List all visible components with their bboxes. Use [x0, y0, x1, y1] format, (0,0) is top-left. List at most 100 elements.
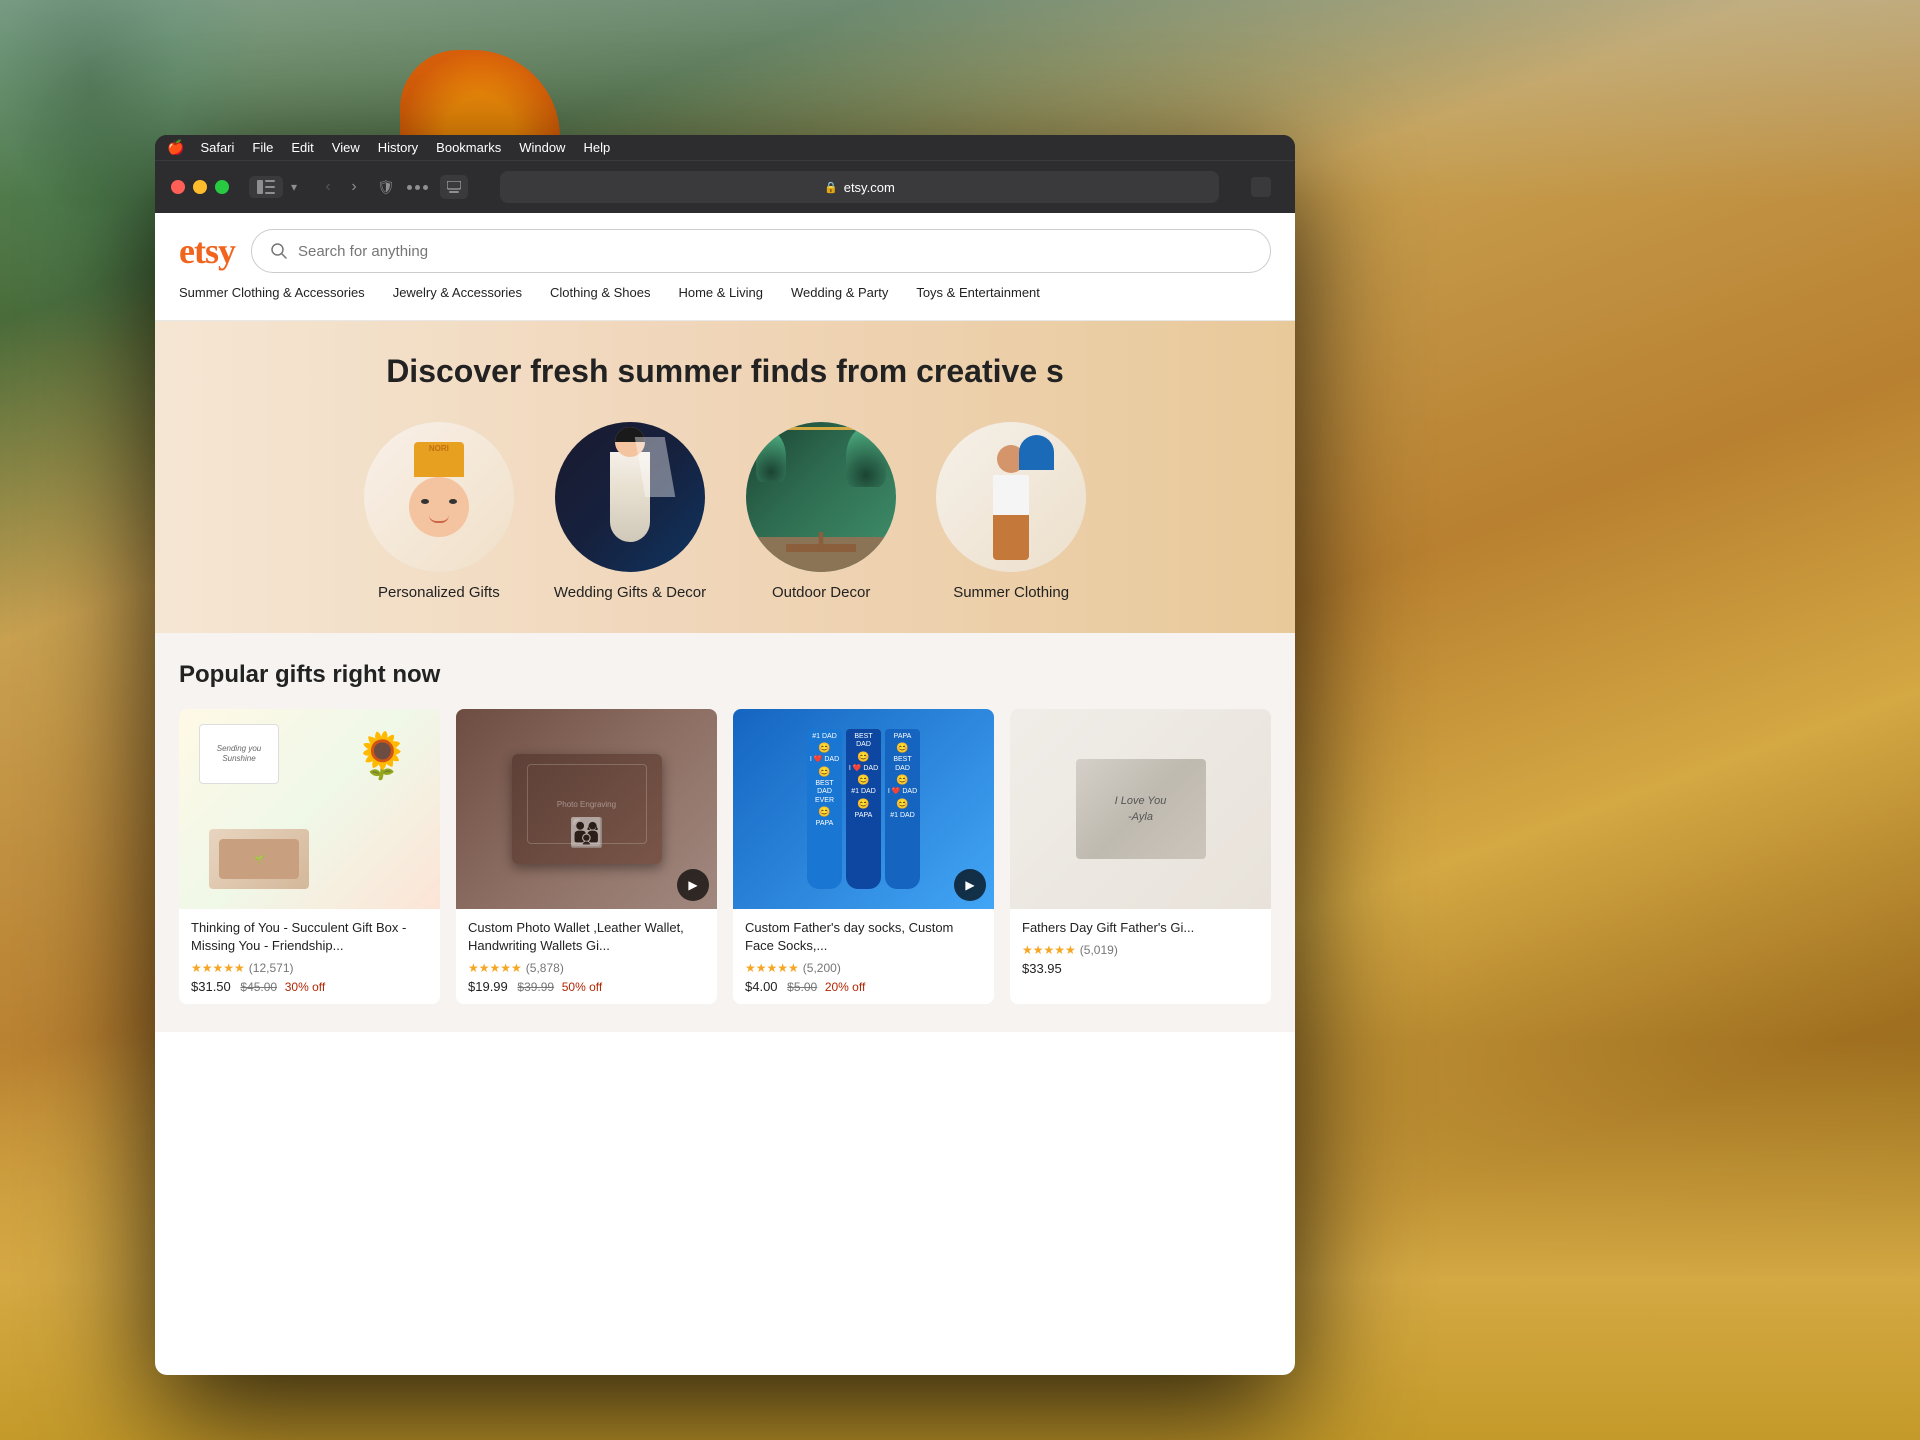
- nav-toys[interactable]: Toys & Entertainment: [916, 285, 1040, 310]
- popular-gifts-title: Popular gifts right now: [179, 661, 1271, 689]
- back-button[interactable]: ‹: [317, 176, 339, 198]
- product-info-4: Fathers Day Gift Father's Gi... ★★★★★ (5…: [1010, 909, 1271, 986]
- fullscreen-button[interactable]: [215, 180, 229, 194]
- product-image-1: 🌻 Sending you Sunshine 🌱: [179, 709, 440, 909]
- menu-bookmarks[interactable]: Bookmarks: [428, 138, 509, 157]
- search-bar[interactable]: Search for anything: [251, 229, 1271, 273]
- apple-logo-icon: 🍎: [167, 139, 184, 156]
- price-current-4: $33.95: [1022, 961, 1062, 976]
- category-circle-summer: [936, 422, 1086, 572]
- category-label-outdoor: Outdoor Decor: [772, 584, 870, 601]
- popular-gifts-section: Popular gifts right now 🌻 Sending you Su…: [155, 633, 1295, 1032]
- category-circles: NORI Personalized Gifts: [179, 414, 1271, 609]
- address-bar[interactable]: 🔒 etsy.com: [500, 171, 1219, 203]
- nav-jewelry[interactable]: Jewelry & Accessories: [393, 285, 522, 310]
- menu-safari[interactable]: Safari: [192, 138, 242, 157]
- browser-content: etsy Search for anything Summer Clothing…: [155, 213, 1295, 1375]
- product-info-1: Thinking of You - Succulent Gift Box - M…: [179, 909, 440, 1004]
- category-label-wedding: Wedding Gifts & Decor: [554, 584, 706, 601]
- nav-wedding-party[interactable]: Wedding & Party: [791, 285, 888, 310]
- product-stars-4: ★★★★★ (5,019): [1022, 943, 1259, 957]
- extensions-button[interactable]: [1251, 177, 1271, 197]
- hero-banner: Discover fresh summer finds from creativ…: [155, 321, 1295, 633]
- product-title-2: Custom Photo Wallet ,Leather Wallet, Han…: [468, 919, 705, 955]
- category-circle-outdoor: [746, 422, 896, 572]
- navigation-arrows: ‹ ›: [317, 176, 365, 198]
- category-circle-wedding: [555, 422, 705, 572]
- price-original-3: $5.00: [787, 980, 817, 994]
- close-button[interactable]: [171, 180, 185, 194]
- nav-clothing-shoes[interactable]: Clothing & Shoes: [550, 285, 650, 310]
- menu-help[interactable]: Help: [575, 138, 618, 157]
- star-rating-4: ★★★★★: [1022, 943, 1076, 957]
- nav-home-living[interactable]: Home & Living: [678, 285, 763, 310]
- menu-history[interactable]: History: [370, 138, 426, 157]
- menu-window[interactable]: Window: [511, 138, 573, 157]
- price-current-2: $19.99: [468, 979, 508, 994]
- play-button-3[interactable]: ▶: [954, 869, 986, 901]
- products-grid: 🌻 Sending you Sunshine 🌱 Thinking of You…: [179, 709, 1271, 1004]
- price-current-3: $4.00: [745, 979, 778, 994]
- star-rating-3: ★★★★★: [745, 961, 799, 975]
- category-wedding[interactable]: Wedding Gifts & Decor: [554, 422, 706, 601]
- browser-toolbar: ▾ ‹ › 🛡 🔒 etsy.com: [155, 161, 1295, 213]
- price-off-1: 30% off: [285, 980, 325, 994]
- product-card-4[interactable]: I Love You-Ayla Fathers Day Gift Father'…: [1010, 709, 1271, 1004]
- price-off-2: 50% off: [562, 980, 602, 994]
- price-original-2: $39.99: [517, 980, 554, 994]
- product-card-2[interactable]: Photo Engraving 👨‍👩‍👦 ▶ Custom Photo Wal…: [456, 709, 717, 1004]
- product-stars-3: ★★★★★ (5,200): [745, 961, 982, 975]
- category-label-summer: Summer Clothing: [953, 584, 1069, 601]
- mac-menu-bar: 🍎 Safari File Edit View History Bookmark…: [155, 135, 1295, 161]
- product-info-3: Custom Father's day socks, Custom Face S…: [733, 909, 994, 1004]
- product-title-4: Fathers Day Gift Father's Gi...: [1022, 919, 1259, 937]
- category-outdoor[interactable]: Outdoor Decor: [746, 422, 896, 601]
- tab-overview-button[interactable]: [440, 175, 468, 199]
- category-label-personalized: Personalized Gifts: [378, 584, 500, 601]
- traffic-lights: [171, 180, 229, 194]
- lock-icon: 🔒: [824, 181, 838, 194]
- price-off-3: 20% off: [825, 980, 865, 994]
- share-dots: [407, 185, 428, 190]
- price-original-1: $45.00: [240, 980, 277, 994]
- review-count-1: (12,571): [249, 961, 294, 975]
- product-title-1: Thinking of You - Succulent Gift Box - M…: [191, 919, 428, 955]
- product-price-3: $4.00 $5.00 20% off: [745, 979, 982, 994]
- product-image-3: #1 DAD 😊 I ❤️ DAD 😊 BEST DAD EVER 😊 PAPA: [733, 709, 994, 909]
- mac-browser-window: 🍎 Safari File Edit View History Bookmark…: [155, 135, 1295, 1375]
- product-price-4: $33.95: [1022, 961, 1259, 976]
- star-rating-1: ★★★★★: [191, 961, 245, 975]
- product-stars-1: ★★★★★ (12,571): [191, 961, 428, 975]
- etsy-top-row: etsy Search for anything: [179, 229, 1271, 273]
- hero-title: Discover fresh summer finds from creativ…: [179, 353, 1271, 390]
- menu-view[interactable]: View: [324, 138, 368, 157]
- product-title-3: Custom Father's day socks, Custom Face S…: [745, 919, 982, 955]
- category-summer-clothing[interactable]: Summer Clothing: [936, 422, 1086, 601]
- star-rating-2: ★★★★★: [468, 961, 522, 975]
- product-stars-2: ★★★★★ (5,878): [468, 961, 705, 975]
- product-price-2: $19.99 $39.99 50% off: [468, 979, 705, 994]
- review-count-2: (5,878): [526, 961, 564, 975]
- minimize-button[interactable]: [193, 180, 207, 194]
- url-text: etsy.com: [844, 180, 895, 195]
- category-personalized-gifts[interactable]: NORI Personalized Gifts: [364, 422, 514, 601]
- product-info-2: Custom Photo Wallet ,Leather Wallet, Han…: [456, 909, 717, 1004]
- review-count-4: (5,019): [1080, 943, 1118, 957]
- price-current-1: $31.50: [191, 979, 231, 994]
- forward-button[interactable]: ›: [343, 176, 365, 198]
- product-card-1[interactable]: 🌻 Sending you Sunshine 🌱 Thinking of You…: [179, 709, 440, 1004]
- product-card-3[interactable]: #1 DAD 😊 I ❤️ DAD 😊 BEST DAD EVER 😊 PAPA: [733, 709, 994, 1004]
- etsy-logo[interactable]: etsy: [179, 230, 235, 272]
- review-count-3: (5,200): [803, 961, 841, 975]
- search-icon: [270, 242, 288, 260]
- sidebar-toggle[interactable]: ▾: [249, 176, 297, 198]
- play-button-2[interactable]: ▶: [677, 869, 709, 901]
- nav-summer-clothing[interactable]: Summer Clothing & Accessories: [179, 285, 365, 310]
- search-input[interactable]: Search for anything: [298, 243, 1252, 260]
- nav-categories: Summer Clothing & Accessories Jewelry & …: [179, 285, 1271, 320]
- category-circle-personalized: NORI: [364, 422, 514, 572]
- menu-file[interactable]: File: [244, 138, 281, 157]
- menu-edit[interactable]: Edit: [283, 138, 321, 157]
- shield-icon: 🛡: [377, 179, 395, 196]
- product-image-4: I Love You-Ayla: [1010, 709, 1271, 909]
